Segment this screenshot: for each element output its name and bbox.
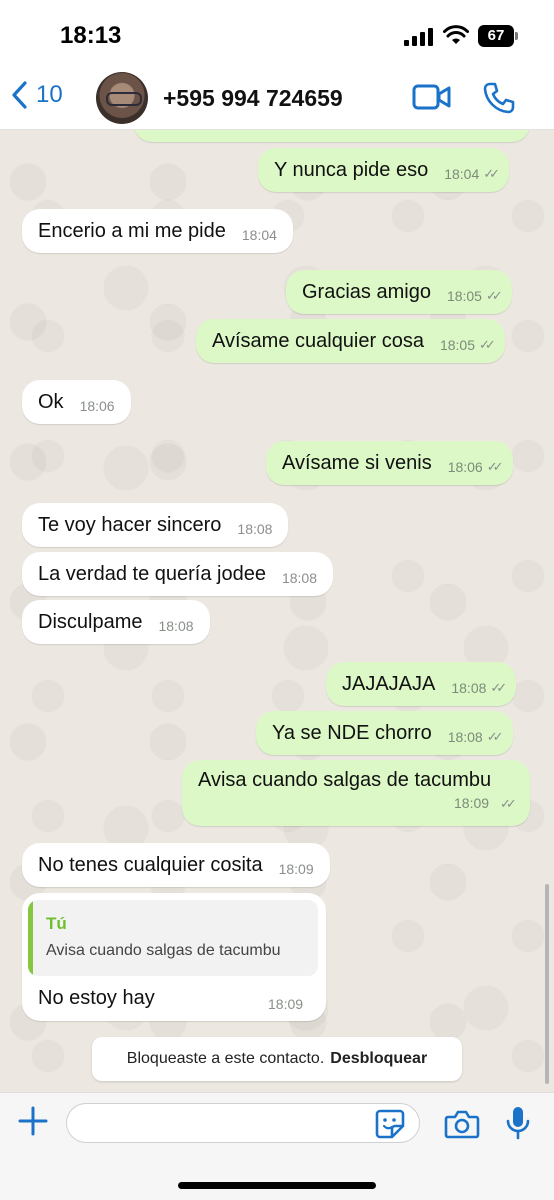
message-text: JAJAJAJA	[342, 672, 436, 695]
message-text: Avísame cualquier cosa	[212, 329, 424, 352]
message-text: Disculpame	[38, 610, 143, 633]
message-bubble-outgoing[interactable]: Gracias amigo 18:05 ✓✓	[286, 270, 512, 314]
message-text: Ya se NDE chorro	[272, 721, 432, 744]
message-bubble-outgoing[interactable]: Avísame si venis 18:06 ✓✓	[266, 441, 513, 485]
scrollbar[interactable]	[545, 884, 549, 1084]
microphone-icon[interactable]	[506, 1105, 530, 1141]
message-bubble-incoming[interactable]: Encerio a mi me pide 18:04	[22, 209, 293, 253]
message-list[interactable]: Y nunca pide eso 18:04 ✓✓ Encerio a mi m…	[0, 0, 554, 1200]
message-text: Encerio a mi me pide	[38, 219, 226, 242]
status-bar: 18:13 67	[0, 0, 554, 66]
message-bubble-outgoing[interactable]: Avísame cualquier cosa 18:05 ✓✓	[196, 319, 505, 363]
read-receipt-icon: ✓✓	[486, 459, 504, 474]
message-time: 18:06	[79, 398, 115, 414]
read-receipt-icon: ✓✓	[479, 337, 496, 352]
message-time: 18:08	[451, 680, 487, 696]
contact-name[interactable]: +595 994 724659	[163, 85, 343, 112]
message-bubble-outgoing[interactable]: Ya se NDE chorro 18:08 ✓✓	[256, 711, 513, 755]
message-time: 18:04	[241, 227, 277, 243]
avatar[interactable]	[96, 72, 148, 124]
quoted-message[interactable]: Tú Avisa cuando salgas de tacumbu	[28, 900, 318, 976]
message-text: No estoy hay	[38, 987, 155, 1009]
message-text: Avísame si venis	[282, 451, 432, 474]
message-time: 18:05	[439, 337, 476, 353]
video-call-icon[interactable]	[412, 84, 452, 110]
message-time: 18:09	[268, 996, 304, 1012]
message-time: 18:08	[281, 570, 317, 586]
message-bubble-incoming[interactable]: Disculpame 18:08	[22, 600, 210, 644]
message-time: 18:08	[447, 729, 483, 745]
back-button[interactable]: 10	[10, 80, 63, 110]
message-time: 18:09	[454, 795, 490, 811]
unread-count: 10	[36, 81, 63, 108]
message-time: 18:04	[444, 166, 480, 182]
message-bubble-incoming[interactable]: No tenes cualquier cosita 18:09	[22, 843, 330, 887]
message-time: 18:08	[237, 521, 273, 537]
read-receipt-icon: ✓✓	[486, 729, 504, 744]
camera-icon[interactable]	[444, 1109, 480, 1139]
blocked-contact-banner: Bloqueaste a este contacto. Desbloquear	[92, 1037, 462, 1081]
message-bubble-incoming[interactable]: Ok 18:06	[22, 380, 131, 424]
message-text: Gracias amigo	[302, 280, 431, 303]
battery-icon: 67	[478, 25, 518, 47]
read-receipt-icon: ✓✓	[485, 288, 503, 303]
status-time: 18:13	[60, 22, 122, 49]
composer-bar	[0, 1092, 554, 1200]
read-receipt-icon: ✓✓	[490, 680, 507, 695]
chevron-left-icon	[12, 81, 27, 109]
message-text: Ok	[38, 390, 64, 413]
quoted-text: Avisa cuando salgas de tacumbu	[46, 942, 281, 959]
read-receipt-icon: ✓✓	[500, 796, 517, 811]
phone-icon[interactable]	[482, 81, 516, 115]
message-bubble-incoming[interactable]: Te voy hacer sincero 18:08	[22, 503, 289, 547]
sticker-icon[interactable]	[374, 1108, 406, 1140]
message-text: No tenes cualquier cosita	[38, 853, 263, 876]
read-receipt-icon: ✓✓	[483, 166, 500, 181]
plus-icon[interactable]	[18, 1106, 48, 1136]
message-time: 18:08	[158, 618, 194, 634]
message-text: Te voy hacer sincero	[38, 513, 222, 536]
message-bubble-outgoing[interactable]: Avisa cuando salgas de tacumbu 18:09 ✓✓	[182, 760, 530, 826]
quote-accent-bar	[28, 900, 33, 976]
message-bubble-outgoing[interactable]: Y nunca pide eso 18:04 ✓✓	[258, 148, 510, 192]
message-time: 18:09	[278, 861, 314, 877]
wifi-icon	[443, 25, 469, 44]
message-text: Avisa cuando salgas de tacumbu	[198, 769, 492, 791]
quoted-author: Tú	[46, 914, 67, 933]
unblock-link[interactable]: Desbloquear	[330, 1050, 427, 1068]
message-bubble-incoming[interactable]: La verdad te quería jodee 18:08	[22, 552, 333, 596]
message-text: Y nunca pide eso	[274, 158, 429, 181]
chat-header: 10 +595 994 724659	[0, 66, 554, 130]
message-text: La verdad te quería jodee	[38, 562, 266, 585]
message-bubble-outgoing[interactable]: JAJAJAJA 18:08 ✓✓	[326, 662, 517, 706]
message-time: 18:05	[446, 288, 482, 304]
cellular-signal-icon	[404, 28, 434, 46]
home-indicator	[178, 1182, 376, 1189]
message-time: 18:06	[447, 459, 483, 475]
message-input[interactable]	[66, 1103, 420, 1143]
blocked-text: Bloqueaste a este contacto.	[126, 1050, 325, 1067]
